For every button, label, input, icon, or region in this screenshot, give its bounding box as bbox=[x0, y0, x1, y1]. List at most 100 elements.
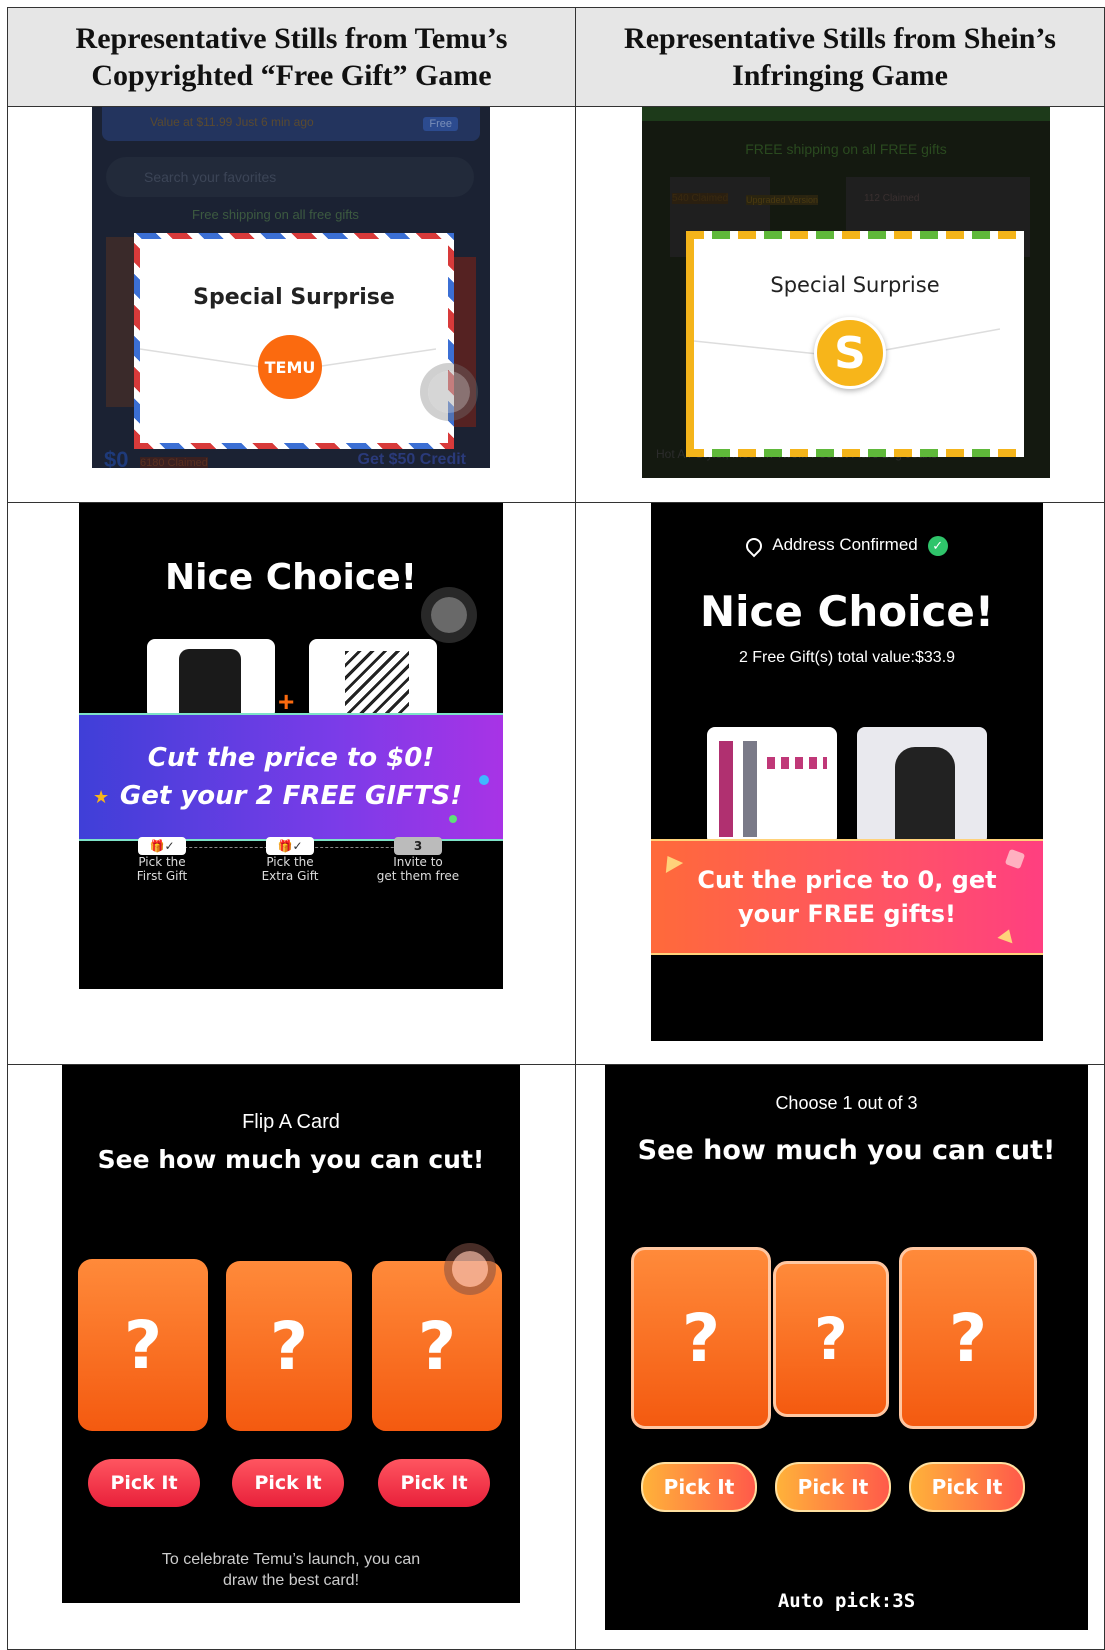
step-3: 3 Invite to get them free bbox=[363, 837, 473, 883]
nice-choice-title: Nice Choice! bbox=[699, 587, 995, 636]
confetti-icon-2 bbox=[997, 926, 1017, 944]
temu-logo-text: TEMU bbox=[264, 357, 316, 377]
bg-shipping-text: Free shipping on all free gifts bbox=[192, 207, 359, 222]
check-circle-icon: ✓ bbox=[927, 535, 948, 556]
envelope-title: Special Surprise bbox=[770, 273, 940, 297]
pick-it-label: Pick It bbox=[931, 1475, 1003, 1499]
card-1[interactable]: ? bbox=[78, 1259, 208, 1431]
header-shein-line2: Infringing Game bbox=[732, 59, 948, 92]
pick-it-label: Pick It bbox=[663, 1475, 735, 1499]
pick-it-button-2[interactable]: Pick It bbox=[775, 1462, 891, 1512]
card-2[interactable]: ? bbox=[226, 1261, 352, 1431]
card-2[interactable]: ? bbox=[773, 1261, 889, 1417]
header-temu-line2: Copyrighted “Free Gift” Game bbox=[91, 59, 492, 92]
bg-free-badge: Free bbox=[423, 117, 458, 131]
pick-it-label: Pick It bbox=[254, 1472, 322, 1494]
step3-line1: Invite to bbox=[393, 855, 443, 869]
cut-title: See how much you can cut! bbox=[637, 1135, 1056, 1166]
step1-chip: 🎁✓ bbox=[138, 837, 186, 855]
envelope[interactable]: Special Surprise S bbox=[686, 231, 1024, 457]
air-fryer-image bbox=[179, 649, 241, 719]
shein-nice-choice-screenshot: Address Confirmed ✓ Nice Choice! 2 Free G… bbox=[651, 503, 1043, 1041]
address-text: Address Confirmed bbox=[772, 535, 918, 554]
flip-card-subtitle: Flip A Card bbox=[242, 1111, 340, 1133]
card-1[interactable]: ? bbox=[631, 1247, 771, 1429]
step2-line2: Extra Gift bbox=[261, 869, 319, 883]
header-shein-line1: Representative Stills from Shein’s bbox=[624, 22, 1056, 55]
pick-it-label: Pick It bbox=[797, 1475, 869, 1499]
auto-pick-countdown: Auto pick:3S bbox=[777, 1590, 916, 1612]
card-3[interactable]: ? bbox=[372, 1261, 502, 1431]
product-eyelashes bbox=[309, 639, 437, 719]
bg-value-text: Value at $11.99 Just 6 min ago bbox=[150, 115, 314, 129]
touch-indicator-icon bbox=[431, 597, 467, 633]
product-phone-case bbox=[857, 727, 987, 845]
shein-logo-icon: S bbox=[814, 317, 886, 389]
pick-it-button-2[interactable]: Pick It bbox=[232, 1459, 344, 1507]
banner-line2: your FREE gifts! bbox=[738, 900, 956, 928]
bg-search-text: Search your favorites bbox=[144, 169, 277, 185]
cut-price-banner: Cut the price to $0! Get your 2 FREE GIF… bbox=[79, 713, 503, 841]
step1-line1: Pick the bbox=[138, 855, 186, 869]
envelope-title: Special Surprise bbox=[193, 285, 395, 310]
bg-credit: Get $50 Credit bbox=[357, 451, 466, 468]
bg-price: $0 bbox=[104, 447, 129, 468]
column-divider bbox=[575, 7, 576, 1650]
total-value-text: 2 Free Gift(s) total value:$33.9 bbox=[738, 649, 956, 666]
footer-line2: draw the best card! bbox=[222, 1572, 360, 1589]
bg-upgraded: Upgraded Version bbox=[746, 195, 819, 205]
question-mark-icon: ? bbox=[417, 1307, 457, 1385]
dot-green-icon bbox=[449, 815, 457, 823]
banner-line2: Get your 2 FREE GIFTS! bbox=[119, 781, 463, 811]
step2-line1: Pick the bbox=[266, 855, 314, 869]
location-pin-icon bbox=[742, 534, 766, 557]
question-mark-icon: ? bbox=[681, 1299, 721, 1377]
banner-line1: Cut the price to $0! bbox=[147, 743, 435, 773]
step-1: 🎁✓ Pick the First Gift bbox=[107, 837, 217, 883]
temu-flip-card-screenshot: Flip A Card See how much you can cut! ? … bbox=[62, 1065, 520, 1603]
touch-indicator-icon bbox=[428, 371, 470, 413]
bg-search-bar: Search your favorites bbox=[106, 157, 474, 197]
cut-price-banner: Cut the price to 0, get your FREE gifts! bbox=[651, 839, 1043, 955]
shein-logo-text: S bbox=[834, 327, 866, 379]
question-mark-icon: ? bbox=[269, 1307, 309, 1385]
step3-line2: get them free bbox=[376, 869, 460, 883]
cut-title: See how much you can cut! bbox=[97, 1145, 485, 1174]
header-temu: Representative Stills from Temu’s Copyrig… bbox=[8, 8, 575, 106]
pick-it-label: Pick It bbox=[400, 1472, 468, 1494]
product-hair-styler bbox=[707, 727, 837, 845]
bg-top-bar bbox=[642, 107, 1050, 121]
bg-shipping-text: FREE shipping on all FREE gifts bbox=[745, 141, 947, 157]
header-temu-line1: Representative Stills from Temu’s bbox=[75, 22, 508, 55]
step3-chip: 3 bbox=[394, 837, 442, 855]
banner-line1: Cut the price to 0, get bbox=[697, 866, 997, 894]
styler-image bbox=[719, 741, 733, 837]
header-shein: Representative Stills from Shein’s Infrin… bbox=[576, 8, 1104, 106]
choose-subtitle: Choose 1 out of 3 bbox=[775, 1093, 918, 1113]
pick-it-button-3[interactable]: Pick It bbox=[909, 1462, 1025, 1512]
dot-blue-icon bbox=[479, 775, 489, 785]
pick-it-button-1[interactable]: Pick It bbox=[88, 1459, 200, 1507]
gift-icon bbox=[1004, 848, 1026, 870]
touch-indicator-icon bbox=[452, 1251, 488, 1287]
bg-claimed-2: 112 Claimed bbox=[864, 193, 920, 204]
temu-surprise-screenshot: Value at $11.99 Just 6 min ago Free Sear… bbox=[92, 107, 490, 468]
question-mark-icon: ? bbox=[123, 1306, 163, 1384]
pick-it-button-3[interactable]: Pick It bbox=[378, 1459, 490, 1507]
confetti-icon bbox=[658, 850, 684, 874]
address-confirmed: Address Confirmed ✓ bbox=[651, 534, 1043, 557]
footer-text: To celebrate Temu’s launch, you can draw… bbox=[62, 1549, 520, 1591]
card-3[interactable]: ? bbox=[899, 1247, 1037, 1429]
eyelashes-image bbox=[345, 651, 409, 717]
question-mark-icon: ? bbox=[814, 1305, 848, 1373]
star-icon: ★ bbox=[93, 787, 110, 808]
pick-it-button-1[interactable]: Pick It bbox=[641, 1462, 757, 1512]
envelope[interactable]: Special Surprise TEMU bbox=[134, 233, 454, 449]
footer-line1: To celebrate Temu’s launch, you can bbox=[161, 1551, 421, 1568]
step-2: 🎁✓ Pick the Extra Gift bbox=[235, 837, 345, 883]
bg-banner: Value at $11.99 Just 6 min ago Free bbox=[102, 107, 480, 141]
question-mark-icon: ? bbox=[948, 1299, 988, 1377]
phone-case-image bbox=[895, 747, 955, 845]
styler-attachments bbox=[767, 757, 827, 769]
shein-surprise-screenshot: FREE shipping on all FREE gifts 540 Clai… bbox=[642, 107, 1050, 478]
